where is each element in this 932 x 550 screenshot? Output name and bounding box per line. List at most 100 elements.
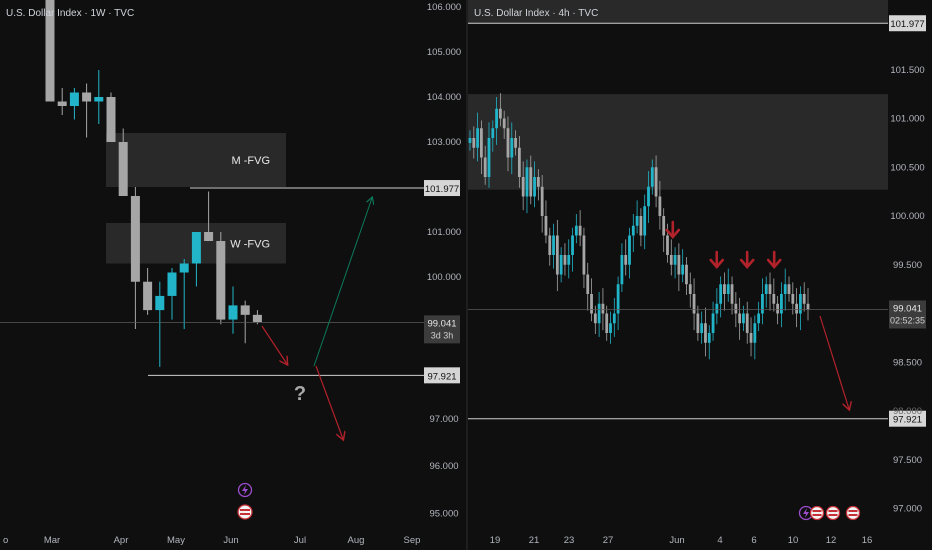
- candle-body[interactable]: [533, 177, 536, 197]
- candle-body[interactable]: [106, 97, 116, 142]
- candle-body[interactable]: [586, 274, 590, 295]
- candle-body[interactable]: [700, 323, 704, 333]
- candle-body[interactable]: [639, 216, 643, 236]
- candle-body[interactable]: [228, 305, 238, 320]
- candle-body[interactable]: [658, 196, 662, 217]
- candle-body[interactable]: [620, 255, 624, 285]
- candle-body[interactable]: [730, 284, 734, 304]
- candle-body[interactable]: [57, 101, 67, 107]
- candle-body[interactable]: [802, 294, 806, 304]
- candle-body[interactable]: [521, 177, 525, 197]
- candle-body[interactable]: [559, 255, 563, 275]
- candle-body[interactable]: [688, 284, 692, 294]
- candle-body[interactable]: [776, 303, 780, 314]
- candle-body[interactable]: [723, 284, 726, 294]
- candle-body[interactable]: [742, 313, 745, 324]
- candle-body[interactable]: [673, 255, 677, 265]
- candle-body[interactable]: [624, 255, 628, 265]
- candle-body[interactable]: [571, 235, 574, 256]
- candle-body[interactable]: [761, 294, 764, 314]
- candle-body[interactable]: [483, 157, 487, 178]
- projection-arrow-up[interactable]: [313, 198, 372, 367]
- candle-body[interactable]: [204, 232, 214, 241]
- candle-body[interactable]: [704, 323, 707, 343]
- candle-body[interactable]: [479, 128, 483, 158]
- candle-body[interactable]: [510, 138, 514, 158]
- candle-body[interactable]: [749, 333, 753, 343]
- candle-body[interactable]: [726, 284, 730, 294]
- candle-body[interactable]: [491, 128, 495, 138]
- candle-body[interactable]: [216, 241, 226, 320]
- candle-body[interactable]: [711, 313, 715, 334]
- candle-body[interactable]: [487, 138, 491, 177]
- h4-chart[interactable]: 101.97797.92199.04102:52:35101.500101.00…: [468, 0, 932, 550]
- candle-body[interactable]: [791, 294, 795, 304]
- candle-body[interactable]: [167, 272, 177, 296]
- candle-body[interactable]: [563, 255, 567, 265]
- candle-body[interactable]: [753, 323, 757, 343]
- candle-body[interactable]: [191, 232, 201, 264]
- weekly-chart[interactable]: M -FVG W -FVG 101.977 97.921 99.0413d 3h? 106…: [0, 0, 466, 550]
- candle-body[interactable]: [650, 167, 654, 187]
- candle-body[interactable]: [540, 186, 544, 216]
- candle-body[interactable]: [787, 284, 791, 294]
- candle-body[interactable]: [783, 284, 787, 294]
- candle-body[interactable]: [252, 314, 262, 323]
- candle-body[interactable]: [574, 225, 578, 236]
- candle-body[interactable]: [476, 128, 479, 148]
- candle-body[interactable]: [548, 235, 552, 256]
- candle-body[interactable]: [130, 196, 140, 282]
- candle-body[interactable]: [179, 263, 189, 273]
- candle-body[interactable]: [514, 138, 517, 148]
- candle-body[interactable]: [715, 303, 719, 314]
- candle-body[interactable]: [685, 264, 688, 285]
- us-flag-icon[interactable]: [809, 505, 825, 521]
- candle-body[interactable]: [669, 255, 673, 265]
- candle-body[interactable]: [582, 235, 586, 275]
- candle-body[interactable]: [662, 216, 666, 236]
- candle-body[interactable]: [536, 177, 540, 187]
- candle-body[interactable]: [544, 216, 548, 236]
- weekly-chart-panel[interactable]: M -FVG W -FVG 101.977 97.921 99.041 3d 3h? 106…: [0, 0, 466, 550]
- candle-body[interactable]: [578, 225, 582, 236]
- candle-body[interactable]: [472, 138, 476, 148]
- candle-body[interactable]: [590, 294, 593, 314]
- candle-body[interactable]: [677, 255, 681, 275]
- candle-body[interactable]: [468, 138, 472, 143]
- h4-chart-panel[interactable]: 101.977 97.921 99.041 02:52:35 101.500 101.00…: [468, 0, 932, 550]
- us-flag-icon[interactable]: [845, 505, 861, 521]
- candle-body[interactable]: [69, 92, 79, 107]
- candle-body[interactable]: [772, 294, 776, 304]
- us-flag-icon[interactable]: [825, 505, 841, 521]
- candle-body[interactable]: [707, 333, 711, 343]
- candle-body[interactable]: [628, 235, 631, 265]
- candle-body[interactable]: [799, 294, 802, 314]
- candle-body[interactable]: [555, 235, 559, 275]
- down-arrow-marker[interactable]: [665, 220, 681, 239]
- candle-body[interactable]: [681, 264, 685, 275]
- candle-body[interactable]: [719, 284, 723, 304]
- candle-body[interactable]: [768, 284, 772, 294]
- candle-body[interactable]: [143, 281, 153, 311]
- candle-body[interactable]: [605, 313, 609, 334]
- candle-body[interactable]: [94, 97, 104, 102]
- candle-body[interactable]: [597, 303, 601, 324]
- candle-body[interactable]: [502, 118, 506, 129]
- candle-body[interactable]: [517, 147, 521, 177]
- candle-body[interactable]: [635, 216, 639, 226]
- candle-body[interactable]: [654, 167, 658, 197]
- candle-body[interactable]: [806, 303, 810, 310]
- candle-body[interactable]: [529, 167, 533, 197]
- candle-body[interactable]: [495, 108, 498, 129]
- down-arrow-marker[interactable]: [766, 250, 782, 269]
- candle-body[interactable]: [593, 313, 597, 324]
- candle-body[interactable]: [764, 284, 768, 294]
- candle-body[interactable]: [601, 303, 605, 314]
- projection-arrow-down[interactable]: [315, 365, 343, 439]
- candle-body[interactable]: [745, 313, 749, 334]
- projection-arrow-down[interactable]: [261, 325, 287, 364]
- candle-body[interactable]: [498, 108, 502, 119]
- candle-body[interactable]: [757, 313, 761, 324]
- candle-body[interactable]: [666, 235, 669, 256]
- candle-body[interactable]: [647, 186, 650, 207]
